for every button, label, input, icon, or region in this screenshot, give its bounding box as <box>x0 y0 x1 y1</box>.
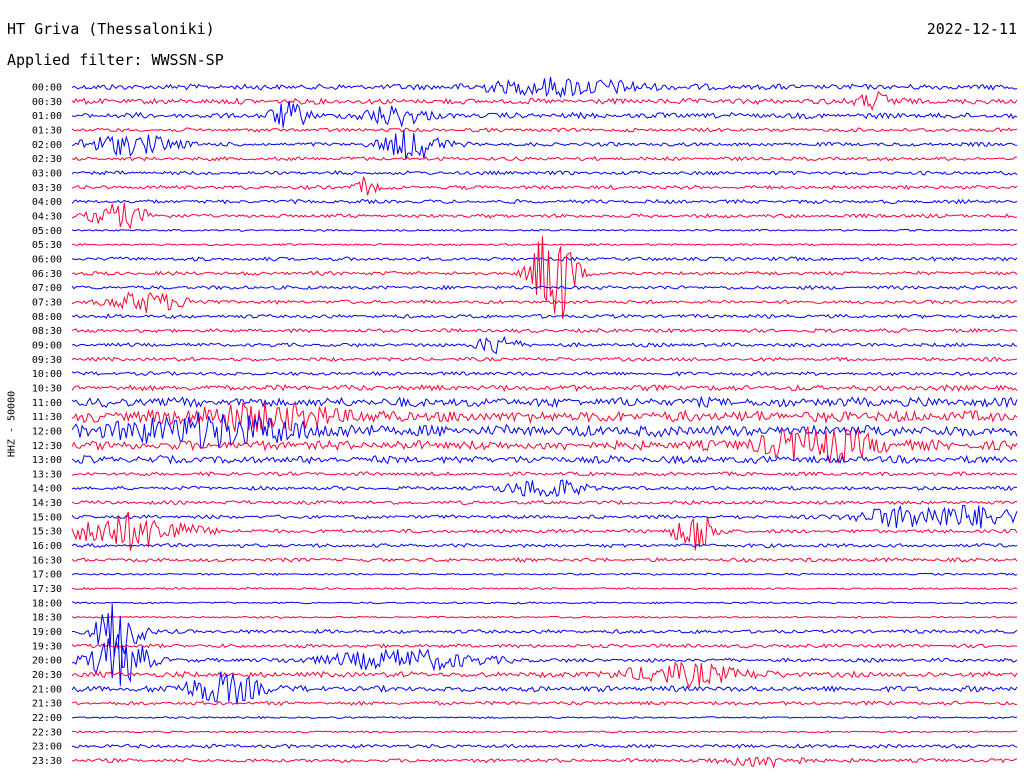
time-tick-label: 13:00 <box>32 455 62 466</box>
trace-line <box>71 356 1018 362</box>
trace-line <box>71 643 1018 649</box>
time-tick-label: 15:00 <box>32 512 62 523</box>
trace-line <box>71 615 1018 619</box>
trace-line <box>71 504 1018 529</box>
time-tick-label: 05:30 <box>32 240 62 251</box>
time-tick-label: 09:30 <box>32 355 62 366</box>
trace-line <box>71 395 1018 409</box>
time-tick-label: 15:30 <box>32 527 62 538</box>
trace-line <box>71 236 1018 319</box>
time-tick-label: 02:30 <box>32 154 62 165</box>
time-tick-label: 01:00 <box>32 111 62 122</box>
trace-line <box>71 479 1018 498</box>
time-tick-label: 21:00 <box>32 684 62 695</box>
trace-line <box>71 743 1018 749</box>
seismogram-plot: 00:00 00:30 01:00 01:30 02:00 02:30 03:00 03:30… <box>32 76 1018 769</box>
time-tick-label: 16:00 <box>32 541 62 552</box>
time-tick-label: 18:30 <box>32 613 62 624</box>
time-tick-label: 11:00 <box>32 398 62 409</box>
time-tick-label: 23:30 <box>32 756 62 767</box>
time-tick-label: 17:30 <box>32 584 62 595</box>
trace-line <box>71 756 1018 769</box>
trace-line <box>71 601 1018 605</box>
trace-line <box>71 202 1018 230</box>
time-tick-label: 14:30 <box>32 498 62 509</box>
trace-line <box>71 76 1018 99</box>
time-tick-label: 19:30 <box>32 641 62 652</box>
time-tick-label: 19:00 <box>32 627 62 638</box>
trace-line <box>71 499 1018 506</box>
trace-line <box>71 313 1018 320</box>
time-tick-label: 08:00 <box>32 312 62 323</box>
time-tick-label: 22:30 <box>32 727 62 738</box>
trace-line <box>71 371 1018 377</box>
trace-line <box>71 155 1018 162</box>
time-tick-label: 06:30 <box>32 269 62 280</box>
trace-line <box>71 327 1018 334</box>
time-tick-label: 07:30 <box>32 297 62 308</box>
time-tick-label: 07:00 <box>32 283 62 294</box>
trace-line <box>71 587 1018 591</box>
trace-line <box>71 633 1018 686</box>
time-tick-label: 11:30 <box>32 412 62 423</box>
trace-line <box>71 454 1018 465</box>
time-tick-label: 09:00 <box>32 340 62 351</box>
time-tick-label: 23:00 <box>32 742 62 753</box>
time-tick-label: 03:30 <box>32 183 62 194</box>
trace-line <box>71 715 1018 720</box>
time-tick-label: 21:30 <box>32 699 62 710</box>
trace-line <box>71 335 1018 355</box>
time-tick-label: 22:00 <box>32 713 62 724</box>
time-tick-label: 20:00 <box>32 656 62 667</box>
time-tick-label: 13:30 <box>32 469 62 480</box>
trace-line <box>71 129 1018 160</box>
trace-line <box>71 572 1018 576</box>
trace-line <box>71 603 1018 669</box>
trace-line <box>71 700 1018 707</box>
time-tick-label: 17:00 <box>32 570 62 581</box>
time-tick-label: 00:00 <box>32 83 62 94</box>
trace-line <box>71 661 1018 689</box>
trace-line <box>71 243 1018 247</box>
time-tick-label: 02:00 <box>32 140 62 151</box>
time-tick-label: 14:00 <box>32 484 62 495</box>
time-tick-label: 20:30 <box>32 670 62 681</box>
trace-line <box>71 730 1017 734</box>
time-tick-label: 05:00 <box>32 226 62 237</box>
trace-line <box>71 127 1018 133</box>
trace-line <box>71 198 1018 205</box>
time-tick-label: 03:00 <box>32 168 62 179</box>
trace-line <box>71 383 1018 393</box>
time-tick-label: 10:30 <box>32 383 62 394</box>
trace-line <box>71 542 1018 549</box>
trace-line <box>71 556 1018 563</box>
trace-line <box>71 170 1018 176</box>
time-tick-label: 18:00 <box>32 598 62 609</box>
time-tick-label: 10:00 <box>32 369 62 380</box>
time-tick-label: 12:30 <box>32 441 62 452</box>
time-tick-label: 16:30 <box>32 555 62 566</box>
trace-line <box>71 90 1018 111</box>
time-tick-label: 08:30 <box>32 326 62 337</box>
time-tick-label: 01:30 <box>32 125 62 136</box>
trace-line <box>71 228 1018 232</box>
time-tick-label: 04:30 <box>32 211 62 222</box>
trace-line <box>71 256 1018 262</box>
time-tick-label: 04:00 <box>32 197 62 208</box>
time-tick-label: 12:00 <box>32 426 62 437</box>
time-tick-label: 00:30 <box>32 97 62 108</box>
trace-line <box>71 471 1018 477</box>
trace-line <box>71 176 1018 196</box>
trace-line <box>71 100 1018 128</box>
time-tick-label: 06:00 <box>32 254 62 265</box>
